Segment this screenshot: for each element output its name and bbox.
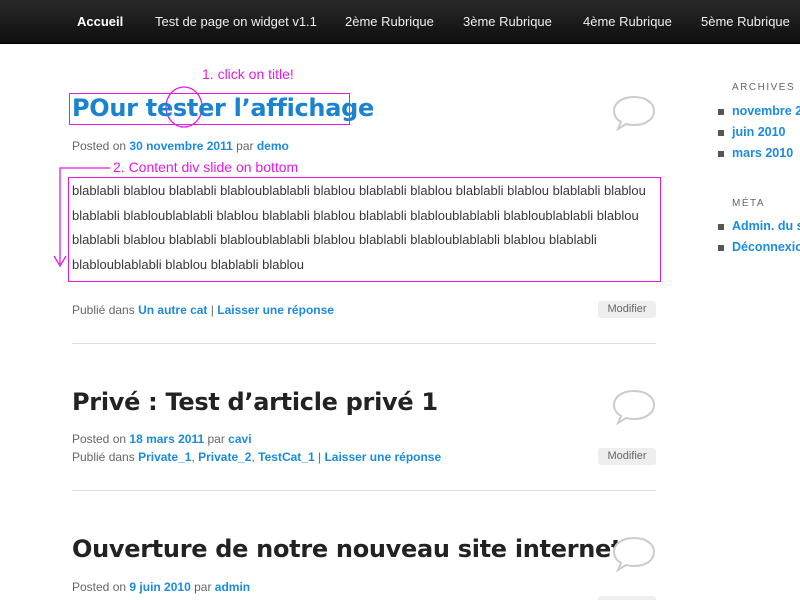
archive-item[interactable]: juin 2010 bbox=[718, 122, 800, 143]
post-date-link[interactable]: 18 mars 2011 bbox=[129, 432, 204, 446]
edit-button[interactable]: Modifier bbox=[598, 301, 656, 318]
nav-item-test-page[interactable]: Test de page on widget v1.1 bbox=[155, 0, 317, 44]
bullet bbox=[718, 129, 724, 136]
nav-item-rubrique-4[interactable]: 4ème Rubrique bbox=[583, 0, 672, 44]
post-2-footer: Publié dans Private_1, Private_2, TestCa… bbox=[72, 450, 442, 464]
annotation-title-box bbox=[69, 93, 350, 125]
nav-item-rubrique-5[interactable]: 5ème Rubrique bbox=[701, 0, 790, 44]
post-3-meta: Posted on 9 juin 2010 par admin bbox=[72, 578, 250, 596]
post-2-title[interactable]: Privé : Test d’article privé 1 bbox=[72, 388, 438, 416]
nav-item-rubrique-2[interactable]: 2ème Rubrique bbox=[345, 0, 434, 44]
category-link[interactable]: Private_2 bbox=[198, 450, 251, 464]
bullet bbox=[718, 150, 724, 157]
top-navigation: Accueil Test de page on widget v1.1 2ème… bbox=[0, 0, 800, 44]
category-link[interactable]: Un autre cat bbox=[138, 303, 207, 317]
published-in-label: Publié dans bbox=[72, 303, 135, 317]
archive-item[interactable]: mars 2010 bbox=[718, 143, 800, 164]
nav-item-rubrique-3[interactable]: 3ème Rubrique bbox=[463, 0, 552, 44]
comment-bubble-icon[interactable] bbox=[612, 95, 656, 131]
archive-link[interactable]: juin 2010 bbox=[732, 125, 786, 139]
author-link[interactable]: demo bbox=[257, 139, 289, 153]
edit-button[interactable] bbox=[598, 596, 656, 600]
post-date-link[interactable]: 30 novembre 2011 bbox=[129, 139, 232, 153]
reply-link[interactable]: Laisser une réponse bbox=[324, 450, 441, 464]
post-1-meta: Posted on 30 novembre 2011 par demo bbox=[72, 137, 289, 155]
archive-link[interactable]: novembre 2011 bbox=[732, 104, 800, 118]
meta-widget-title: MÉTA bbox=[732, 198, 766, 209]
post-2-meta: Posted on 18 mars 2011 par cavi bbox=[72, 430, 252, 448]
meta-item[interactable]: Déconnexion bbox=[718, 237, 800, 258]
post-separator bbox=[72, 343, 656, 344]
by-label: par bbox=[236, 139, 254, 153]
meta-link[interactable]: Déconnexion bbox=[732, 240, 800, 254]
archive-item[interactable]: novembre 2011 bbox=[718, 101, 800, 122]
archive-link[interactable]: mars 2010 bbox=[732, 146, 793, 160]
posted-on-label: Posted on bbox=[72, 139, 127, 153]
post-separator bbox=[72, 490, 656, 491]
bullet bbox=[718, 223, 724, 230]
meta-list: Admin. du site Déconnexion bbox=[718, 216, 800, 258]
post-date-link[interactable]: 9 juin 2010 bbox=[129, 580, 190, 594]
edit-button[interactable]: Modifier bbox=[598, 448, 656, 465]
archives-list: novembre 2011 juin 2010 mars 2010 bbox=[718, 101, 800, 164]
post-3-title[interactable]: Ouverture de notre nouveau site internet bbox=[72, 535, 622, 563]
bullet bbox=[718, 244, 724, 251]
annotation-step2: 2. Content div slide on bottom bbox=[113, 159, 299, 175]
post-1-footer: Publié dans Un autre cat | Laisser une r… bbox=[72, 303, 334, 317]
by-label: par bbox=[207, 432, 225, 446]
annotation-step1: 1. click on title! bbox=[202, 66, 294, 82]
posted-on-label: Posted on bbox=[72, 432, 127, 446]
post-content: blablabli blablou blablabli blabloublabl… bbox=[72, 183, 646, 272]
bullet bbox=[718, 108, 724, 115]
category-link[interactable]: TestCat_1 bbox=[258, 450, 314, 464]
meta-item[interactable]: Admin. du site bbox=[718, 216, 800, 237]
by-label: par bbox=[194, 580, 212, 594]
meta-link[interactable]: Admin. du site bbox=[732, 219, 800, 233]
published-in-label: Publié dans bbox=[72, 450, 135, 464]
posted-on-label: Posted on bbox=[72, 580, 127, 594]
nav-item-accueil[interactable]: Accueil bbox=[77, 0, 123, 44]
comment-bubble-icon[interactable] bbox=[612, 536, 656, 572]
comment-bubble-icon[interactable] bbox=[612, 389, 656, 425]
category-link[interactable]: Private_1 bbox=[138, 450, 191, 464]
archives-widget-title: ARCHIVES bbox=[732, 82, 796, 93]
author-link[interactable]: admin bbox=[215, 580, 250, 594]
author-link[interactable]: cavi bbox=[228, 432, 251, 446]
reply-link[interactable]: Laisser une réponse bbox=[217, 303, 334, 317]
